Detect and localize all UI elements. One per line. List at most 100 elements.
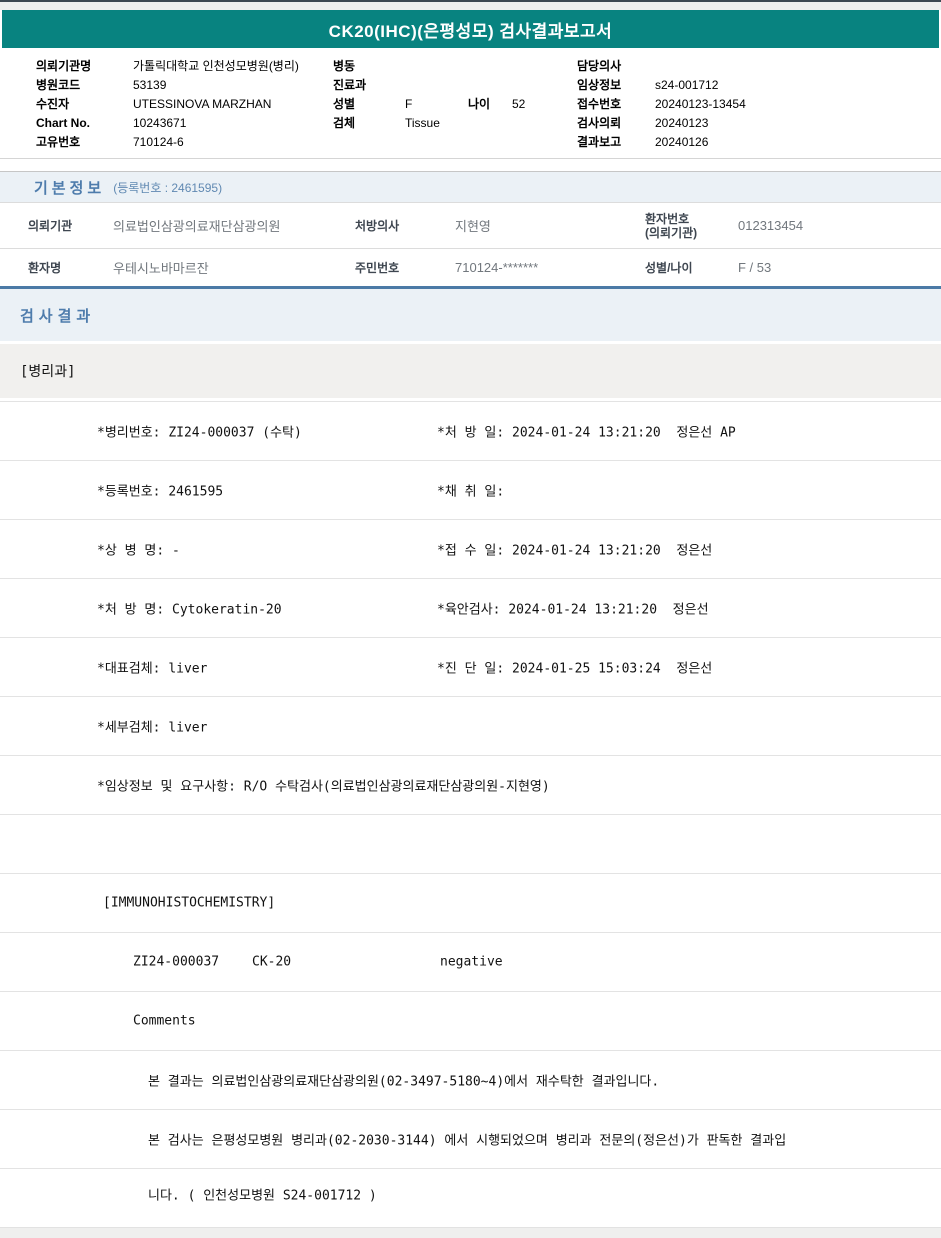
window-bottom-strip (0, 1227, 941, 1238)
registration-no-field: *등록번호: 2461595 (97, 484, 224, 500)
prescription-date-field: *처 방 일: 2024-01-24 13:21:20 정은선 AP (437, 425, 736, 441)
prescribing-doctor-value: 지현영 (455, 219, 491, 234)
header-field-row: 검사의뢰 20240123 (577, 114, 746, 133)
diagnosis-date-field: *진 단 일: 2024-01-25 15:03:24 정은선 (437, 661, 713, 677)
prescribing-doctor-label: 처방의사 (355, 219, 400, 233)
test-request-date-label: 검사의뢰 (577, 116, 622, 130)
window-top-strip (0, 0, 941, 10)
header-right-column: 담당의사 임상정보 s24-001712 접수번호 20240123-13454 검… (577, 57, 746, 152)
patient-number-value: 012313454 (738, 218, 804, 233)
basic-info-header: 기본정보 (등록번호 : 2461595) (0, 172, 941, 202)
ihc-test-result: negative (440, 954, 503, 970)
ihc-result-row: ZI24-000037 CK-20 negative (0, 933, 941, 992)
test-request-date-value: 20240123 (655, 116, 709, 130)
result-row-sub-specimen: *세부검체: liver (0, 697, 941, 756)
result-row-main-specimen: *대표검체: liver *진 단 일: 2024-01-25 15:03:24… (0, 638, 941, 697)
clinical-request-field: *임상정보 및 요구사항: R/O 수탁검사(의료법인삼광의료재단삼광의원-지현… (97, 779, 550, 795)
comments-label: Comments (133, 1013, 196, 1029)
header-field-row: 수진자 UTESSINOVA MARZHAN (36, 95, 299, 114)
patient-name-row-label: 환자명 (28, 261, 62, 275)
diagnosis-name-field: *상 병 명: - (97, 543, 180, 559)
header-field-row: 성별 F 나이 52 (333, 95, 525, 114)
ihc-header-row: [IMMUNOHISTOCHEMISTRY] (0, 874, 941, 933)
gross-exam-field: *육안검사: 2024-01-24 13:21:20 정은선 (437, 602, 709, 618)
report-header-info: 의뢰기관명 가톨릭대학교 인천성모병원(병리) 병원코드 53139 수진자 UTES… (0, 48, 941, 159)
unique-no-label: 고유번호 (36, 135, 81, 149)
patient-number-label: 환자번호 (의뢰기관) (645, 203, 697, 248)
clinical-info-value: s24-001712 (655, 78, 719, 92)
comment-line: 본 검사는 은평성모병원 병리과(02-2030-3144) 에서 시행되었으며… (148, 1133, 787, 1149)
header-field-row: 결과보고 20240126 (577, 133, 746, 152)
comments-header-row: Comments (0, 992, 941, 1051)
specimen-value: Tissue (405, 116, 440, 130)
ward-label: 병동 (333, 59, 356, 73)
report-date-value: 20240126 (655, 135, 709, 149)
result-rows: *병리번호: ZI24-000037 (수탁) *처 방 일: 2024-01-… (0, 401, 941, 1219)
result-row-clinical-request: *임상정보 및 요구사항: R/O 수탁검사(의료법인삼광의료재단삼광의원-지현… (0, 756, 941, 815)
header-field-row: 담당의사 (577, 57, 746, 76)
header-field-row: 병동 (333, 57, 525, 76)
resident-id-label: 주민번호 (355, 261, 400, 275)
age-label: 나이 (468, 97, 491, 111)
comment-line: 본 결과는 의료법인삼광의료재단삼광의원(02-3497-5180~4)에서 재… (148, 1074, 660, 1090)
request-org-value: 의료법인삼광의료재단삼광의원 (113, 219, 281, 234)
ihc-section-title: [IMMUNOHISTOCHEMISTRY] (103, 895, 276, 911)
table-row: 의뢰기관 의료법인삼광의료재단삼광의원 처방의사 지현영 환자번호 (의뢰기관) … (0, 202, 941, 248)
basic-info-title: 기본정보 (34, 179, 106, 197)
requesting-org-label: 의뢰기관명 (36, 59, 92, 73)
comment-row: 니다. ( 인천성모병원 S24-001712 ) (0, 1169, 941, 1219)
table-row: 환자명 우테시노바마르잔 주민번호 710124-******* 성별/나이 F… (0, 248, 941, 286)
hospital-code-label: 병원코드 (36, 78, 81, 92)
hospital-code-value: 53139 (133, 78, 167, 92)
patient-number-label-line1: 환자번호 (645, 211, 690, 226)
basic-info-table: 의뢰기관 의료법인삼광의료재단삼광의원 처방의사 지현영 환자번호 (의뢰기관) … (0, 202, 941, 289)
chart-no-value: 10243671 (133, 116, 187, 130)
page-title: CK20(IHC)(은평성모) 검사결과보고서 (328, 21, 613, 41)
header-field-row: 의뢰기관명 가톨릭대학교 인천성모병원(병리) (36, 57, 299, 76)
department-name: [병리과] (20, 364, 76, 380)
comment-row: 본 검사는 은평성모병원 병리과(02-2030-3144) 에서 시행되었으며… (0, 1110, 941, 1169)
patient-name-row-value: 우테시노바마르잔 (113, 261, 209, 276)
clinical-info-label: 임상정보 (577, 78, 622, 92)
resident-id-value: 710124-******* (455, 260, 539, 275)
results-section-header: 검사결과 (0, 289, 941, 341)
ihc-specimen-id: ZI24-000037 (133, 954, 220, 970)
report-date-label: 결과보고 (577, 135, 622, 149)
receipt-date-field: *접 수 일: 2024-01-24 13:21:20 정은선 (437, 543, 713, 559)
comment-line: 니다. ( 인천성모병원 S24-001712 ) (148, 1188, 377, 1204)
age-value: 52 (512, 97, 526, 111)
pathology-no-field: *병리번호: ZI24-000037 (수탁) (97, 425, 302, 441)
registration-number: (등록번호 : 2461595) (113, 180, 223, 195)
sex-label: 성별 (333, 97, 356, 111)
header-field-row: Chart No. 10243671 (36, 114, 299, 133)
request-org-label: 의뢰기관 (28, 219, 73, 233)
patient-number-label-line2: (의뢰기관) (645, 225, 698, 240)
sex-age-label: 성별/나이 (645, 261, 693, 275)
specimen-label: 검체 (333, 116, 356, 130)
department-band: [병리과] (0, 344, 941, 398)
header-field-row: 검체 Tissue (333, 114, 525, 133)
basic-info-section: 기본정보 (등록번호 : 2461595) 의뢰기관 의료법인삼광의료재단삼광의… (0, 171, 941, 289)
unique-no-value: 710124-6 (133, 135, 184, 149)
header-field-row: 접수번호 20240123-13454 (577, 95, 746, 114)
comment-row: 본 결과는 의료법인삼광의료재단삼광의원(02-3497-5180~4)에서 재… (0, 1051, 941, 1110)
requesting-org-value: 가톨릭대학교 인천성모병원(병리) (133, 59, 299, 73)
patient-name-value: UTESSINOVA MARZHAN (133, 97, 272, 111)
header-field-row: 임상정보 s24-001712 (577, 76, 746, 95)
sub-specimen-field: *세부검체: liver (97, 720, 208, 736)
result-row-diagnosis-name: *상 병 명: - *접 수 일: 2024-01-24 13:21:20 정은… (0, 520, 941, 579)
sex-age-value: F / 53 (738, 260, 772, 275)
ihc-test-name: CK-20 (252, 954, 292, 970)
report-title-bar: CK20(IHC)(은평성모) 검사결과보고서 (2, 10, 939, 48)
result-row-empty (0, 815, 941, 874)
main-specimen-field: *대표검체: liver (97, 661, 208, 677)
patient-name-label: 수진자 (36, 97, 70, 111)
header-field-row: 고유번호 710124-6 (36, 133, 299, 152)
department-label: 진료과 (333, 78, 367, 92)
order-name-field: *처 방 명: Cytokeratin-20 (97, 602, 282, 618)
header-left-column: 의뢰기관명 가톨릭대학교 인천성모병원(병리) 병원코드 53139 수진자 UTES… (36, 57, 299, 152)
header-field-row: 진료과 (333, 76, 525, 95)
receipt-no-value: 20240123-13454 (655, 97, 746, 111)
header-field-row: 병원코드 53139 (36, 76, 299, 95)
